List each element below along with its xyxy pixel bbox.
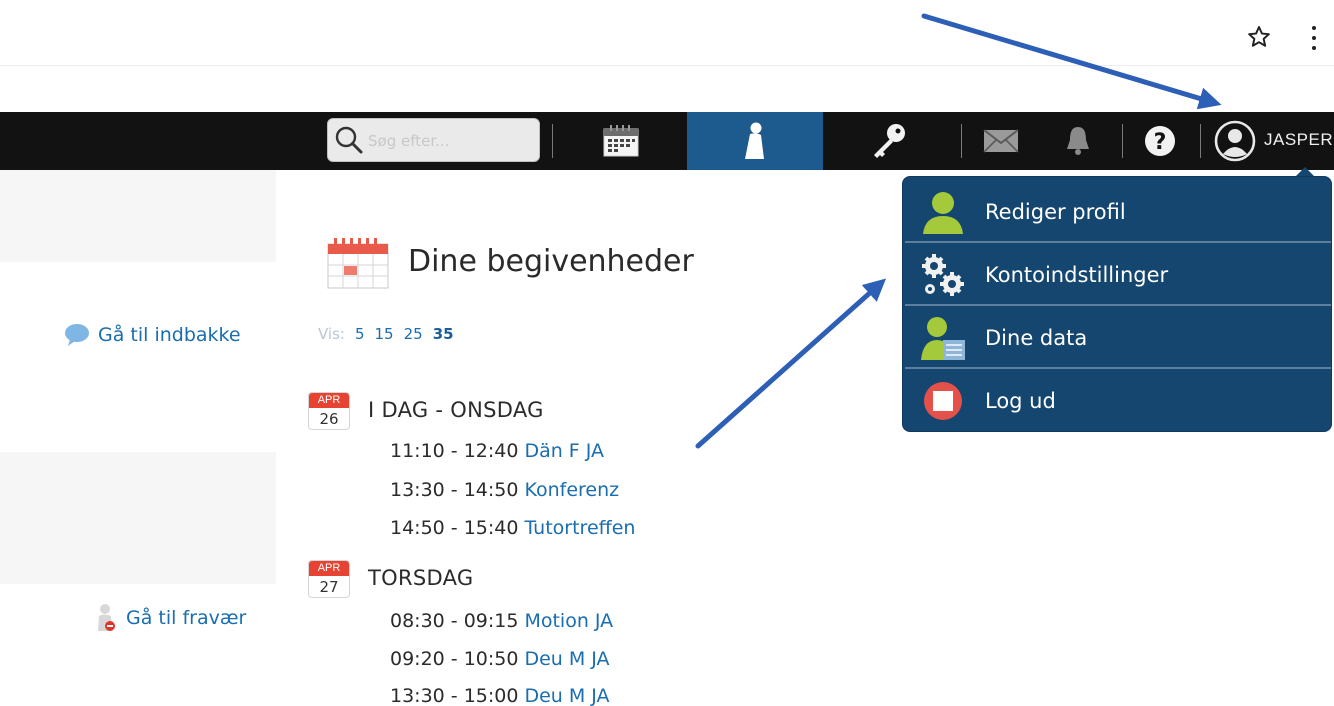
help-icon: ? xyxy=(1145,126,1175,156)
menu-item-log-out[interactable]: Log ud xyxy=(903,369,1333,432)
events-header: Dine begivenheder xyxy=(326,232,694,290)
event-row: 13:30 - 15:00 Deu M JA xyxy=(390,685,610,706)
bookmark-star-icon[interactable] xyxy=(1246,24,1272,50)
event-link[interactable]: Deu M JA xyxy=(524,648,609,670)
menu-item-label: Dine data xyxy=(985,325,1088,350)
day-header: APR 26 I DAG - ONSDAG xyxy=(308,392,544,430)
bell-icon xyxy=(1067,127,1089,155)
nav-profile-button[interactable] xyxy=(687,112,823,170)
page-size-option-15[interactable]: 15 xyxy=(375,325,394,343)
menu-item-label: Rediger profil xyxy=(985,199,1126,224)
menu-item-label: Kontoindstillinger xyxy=(985,262,1169,287)
event-row: 14:50 - 15:40 Tutortreffen xyxy=(390,517,635,539)
event-time: 14:50 - 15:40 xyxy=(390,517,519,539)
nav-separator xyxy=(552,124,553,158)
event-time: 13:30 - 15:00 xyxy=(390,685,519,706)
nav-calendar-button[interactable] xyxy=(555,112,687,170)
user-name-label[interactable]: JASPER xyxy=(1264,130,1333,150)
envelope-icon xyxy=(983,129,1019,153)
event-link[interactable]: Dän F JA xyxy=(524,440,604,462)
browser-toolbar xyxy=(0,0,1334,66)
search-input[interactable] xyxy=(368,127,532,155)
event-link[interactable]: Tutortreffen xyxy=(524,517,635,539)
go-to-inbox-label: Gå til indbakke xyxy=(98,324,241,346)
nav-separator xyxy=(1200,124,1201,158)
user-dropdown-menu: Rediger profil Kontoindstillinger Dine d… xyxy=(902,176,1332,432)
logout-icon xyxy=(924,381,962,420)
svg-text:?: ? xyxy=(1154,130,1167,155)
menu-item-edit-profile[interactable]: Rediger profil xyxy=(903,180,1333,243)
event-time: 08:30 - 09:15 xyxy=(390,610,519,632)
search-box[interactable] xyxy=(327,118,540,162)
inbox-card xyxy=(0,262,276,452)
menu-item-account-settings[interactable]: Kontoindstillinger xyxy=(903,243,1333,306)
event-time: 11:10 - 12:40 xyxy=(390,440,519,462)
browser-menu-icon[interactable] xyxy=(1306,26,1322,50)
key-icon xyxy=(874,124,905,158)
day-label: I DAG - ONSDAG xyxy=(368,398,544,422)
day-header: APR 27 TORSDAG xyxy=(308,560,473,598)
page-size-selector: Vis: 5 15 25 35 xyxy=(318,325,454,343)
event-row: 09:20 - 10:50 Deu M JA xyxy=(390,648,610,670)
page-size-label: Vis: xyxy=(318,325,345,343)
nav-help-button[interactable]: ? xyxy=(1126,112,1194,170)
date-badge-icon: APR 27 xyxy=(308,560,350,598)
go-to-absence-link[interactable]: Gå til fravær xyxy=(96,603,246,633)
person-icon xyxy=(745,122,764,159)
search-icon xyxy=(335,126,363,154)
nav-notifications-button[interactable] xyxy=(1040,112,1116,170)
user-avatar-button[interactable] xyxy=(1210,112,1260,170)
user-avatar-icon xyxy=(1214,120,1256,162)
event-time: 13:30 - 14:50 xyxy=(390,479,519,501)
menu-item-label: Log ud xyxy=(985,388,1056,413)
event-link[interactable]: Motion JA xyxy=(524,610,613,632)
chat-bubble-icon xyxy=(65,324,89,346)
page-size-option-25[interactable]: 25 xyxy=(404,325,423,343)
go-to-absence-label: Gå til fravær xyxy=(126,607,247,629)
user-data-icon xyxy=(921,316,965,360)
nav-separator xyxy=(961,124,962,158)
day-label: TORSDAG xyxy=(368,566,474,590)
menu-item-your-data[interactable]: Dine data xyxy=(903,306,1333,369)
event-link[interactable]: Konferenz xyxy=(524,479,619,501)
event-row: 13:30 - 14:50 Konferenz xyxy=(390,479,619,501)
nav-key-button[interactable] xyxy=(823,112,955,170)
gears-icon xyxy=(922,253,964,296)
page-size-option-35[interactable]: 35 xyxy=(433,325,454,343)
calendar-icon xyxy=(603,125,639,157)
event-row: 08:30 - 09:15 Motion JA xyxy=(390,610,613,632)
annotation-arrow-settings xyxy=(695,278,887,449)
event-row: 11:10 - 12:40 Dän F JA xyxy=(390,440,604,462)
absence-person-icon xyxy=(98,604,115,631)
event-link[interactable]: Deu M JA xyxy=(524,685,609,706)
page-size-option-5[interactable]: 5 xyxy=(355,325,365,343)
top-navigation-bar: ? JASPER xyxy=(0,112,1334,170)
date-badge-icon: APR 26 xyxy=(308,392,350,430)
go-to-inbox-link[interactable]: Gå til indbakke xyxy=(64,323,241,347)
events-calendar-icon xyxy=(327,238,389,289)
event-time: 09:20 - 10:50 xyxy=(390,648,519,670)
nav-messages-button[interactable] xyxy=(966,112,1036,170)
events-title: Dine begivenheder xyxy=(408,243,694,279)
nav-separator xyxy=(1122,124,1123,158)
user-green-icon xyxy=(923,191,963,234)
